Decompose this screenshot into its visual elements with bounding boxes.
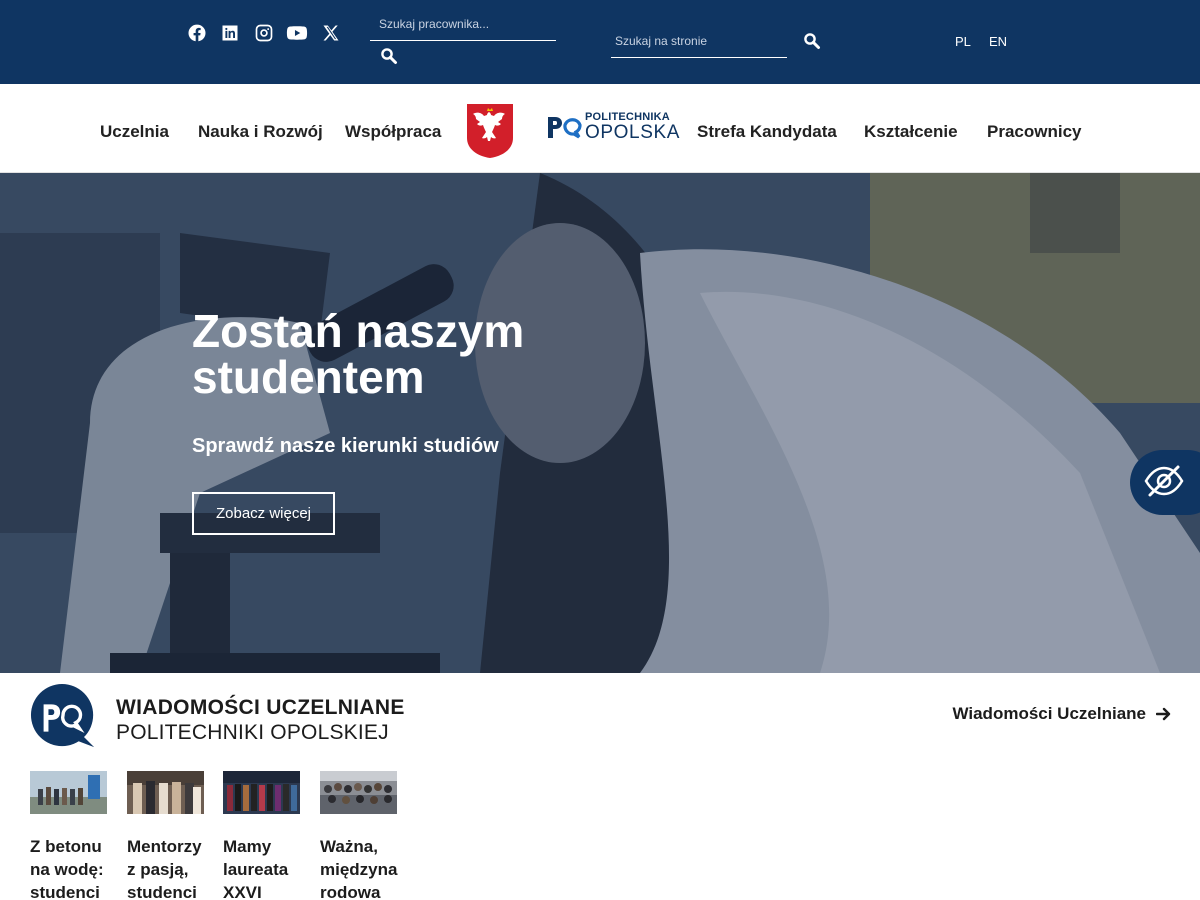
- lang-pl-link[interactable]: PL: [955, 34, 971, 49]
- top-bar: PL EN: [0, 0, 1200, 84]
- x-icon[interactable]: [320, 22, 342, 44]
- eye-slash-icon: [1144, 465, 1184, 497]
- hero-title: Zostań naszym studentem: [192, 305, 525, 403]
- worker-search-input[interactable]: [370, 10, 556, 38]
- logo-line-2: OPOLSKA: [585, 122, 681, 143]
- see-more-button[interactable]: Zobacz więcej: [192, 492, 335, 535]
- politechnika-opolska-logo[interactable]: POLITECHNIKA OPOLSKA: [545, 108, 679, 144]
- accessibility-button[interactable]: [1130, 450, 1200, 515]
- arrow-right-icon: [1156, 707, 1171, 721]
- hero-subtitle: Sprawdź nasze kierunki studiów: [192, 435, 499, 457]
- news-section-logo[interactable]: WIADOMOŚCI UCZELNIANE POLITECHNIKI OPOLS…: [30, 683, 404, 751]
- news-all-link[interactable]: Wiadomości Uczelniane: [952, 704, 1172, 724]
- facebook-icon[interactable]: [186, 22, 208, 44]
- worker-search-icon[interactable]: [380, 47, 398, 65]
- nav-item-uczelnia[interactable]: Uczelnia: [100, 122, 169, 142]
- polish-emblem-icon: [465, 102, 515, 159]
- site-search-input[interactable]: [611, 27, 787, 55]
- site-search-field: [611, 27, 787, 58]
- news-all-link-label: Wiadomości Uczelniane: [952, 704, 1146, 723]
- hero-overlay: [0, 173, 1200, 673]
- news-logo-icon: [30, 683, 95, 748]
- news-thumbnail-1[interactable]: [30, 771, 107, 814]
- news-title-1[interactable]: Z betonu na wodę: studenci: [30, 835, 112, 900]
- instagram-icon[interactable]: [253, 22, 275, 44]
- linkedin-icon[interactable]: [219, 22, 241, 44]
- news-logo-line-1: WIADOMOŚCI UCZELNIANE: [116, 696, 405, 719]
- site-search-icon[interactable]: [803, 32, 821, 50]
- lang-en-link[interactable]: EN: [989, 34, 1007, 49]
- news-title-2[interactable]: Mentorzy z pasją, studenci: [127, 835, 209, 900]
- nav-item-ksztalcenie[interactable]: Kształcenie: [864, 122, 958, 142]
- news-thumbnail-2[interactable]: [127, 771, 204, 814]
- nav-item-wspolpraca[interactable]: Współpraca: [345, 122, 441, 142]
- news-thumbnail-3[interactable]: [223, 771, 300, 814]
- news-logo-line-2: POLITECHNIKI OPOLSKIEJ: [116, 721, 389, 744]
- nav-item-strefa-kandydata[interactable]: Strefa Kandydata: [697, 122, 837, 142]
- news-thumbnail-4[interactable]: [320, 771, 397, 814]
- news-title-4[interactable]: Ważna, międzyna rodowa: [320, 835, 402, 900]
- nav-item-nauka-i-rozwoj[interactable]: Nauka i Rozwój: [198, 122, 323, 142]
- youtube-icon[interactable]: [285, 22, 309, 44]
- nav-item-pracownicy[interactable]: Pracownicy: [987, 122, 1082, 142]
- worker-search-field: [370, 10, 556, 41]
- hero-banner: Zostań naszym studentem Sprawdź nasze ki…: [0, 173, 1200, 673]
- news-title-3[interactable]: Mamy laureata XXVI: [223, 835, 305, 900]
- main-navigation: Uczelnia Nauka i Rozwój Współpraca POLIT…: [0, 84, 1200, 173]
